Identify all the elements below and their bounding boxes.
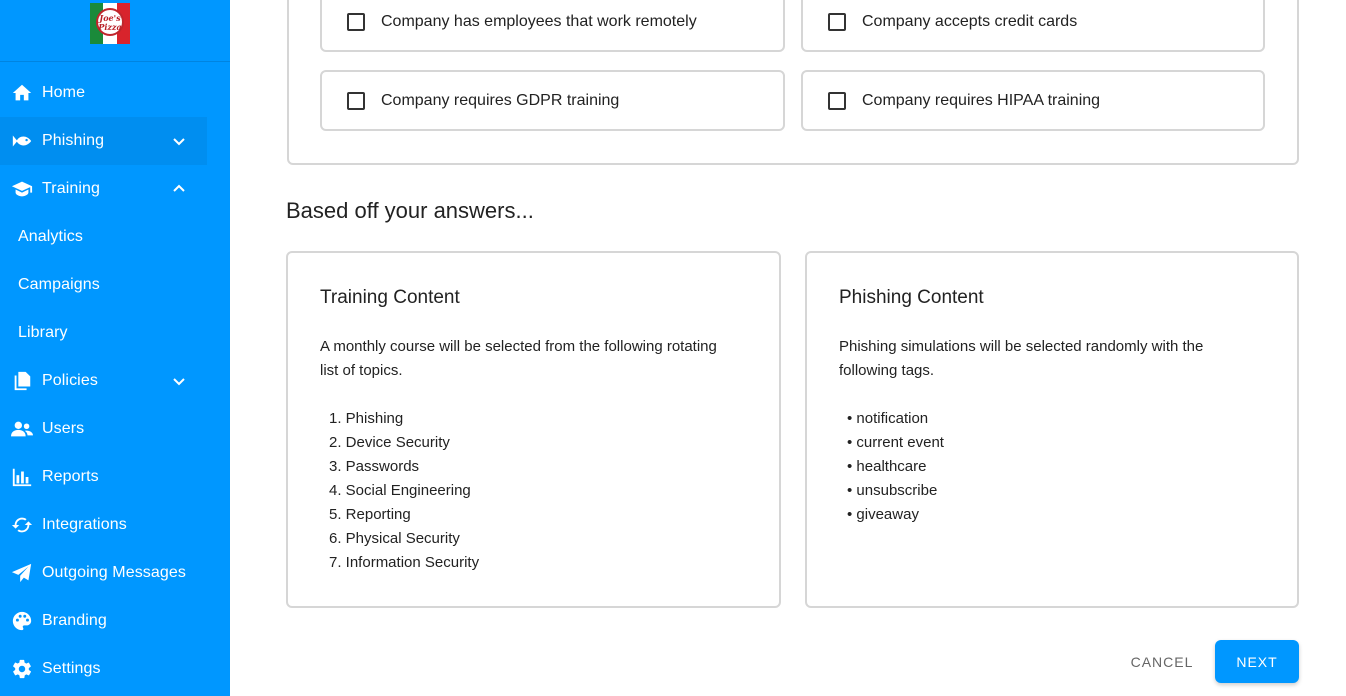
training-content-card: Training Content A monthly course will b… <box>286 251 781 608</box>
list-item: 6. Physical Security <box>329 530 460 547</box>
sidebar-item-outgoing-messages[interactable]: Outgoing Messages <box>0 549 207 597</box>
sidebar-item-reports[interactable]: Reports <box>0 453 207 501</box>
card-description: A monthly course will be selected from t… <box>320 338 717 379</box>
chevron-up-icon[interactable] <box>171 181 187 197</box>
sidebar-item-label: Outgoing Messages <box>42 564 187 581</box>
sidebar-item-label: Training <box>42 180 101 197</box>
home-icon <box>10 81 34 105</box>
sidebar-item-library[interactable]: Library <box>0 309 207 357</box>
list-item: 1. Phishing <box>329 410 404 427</box>
sidebar-item-phishing[interactable]: Phishing <box>0 117 207 165</box>
chevron-down-icon[interactable] <box>171 133 187 149</box>
results-heading: Based off your answers... <box>286 198 534 223</box>
option-label: Company accepts credit cards <box>862 12 1078 30</box>
card-title: Training Content <box>320 287 460 308</box>
sidebar-item-label: Home <box>42 84 86 101</box>
card-title: Phishing Content <box>839 287 984 308</box>
paper-plane-icon <box>10 561 34 585</box>
next-button[interactable]: NEXT <box>1215 640 1299 683</box>
documents-icon <box>10 369 34 393</box>
sidebar-item-label: Reports <box>42 468 99 485</box>
list-item: • notification <box>847 410 929 427</box>
sidebar-item-integrations[interactable]: Integrations <box>0 501 207 549</box>
users-icon <box>10 417 34 441</box>
option-label: Company has employees that work remotely <box>381 12 697 30</box>
sidebar-item-analytics[interactable]: Analytics <box>0 213 207 261</box>
option-remote-employees[interactable]: Company has employees that work remotely <box>320 0 785 52</box>
sidebar: Joe's Pizza Home Phishing Training Analyt… <box>0 0 230 696</box>
sync-icon <box>10 513 34 537</box>
phishing-tags-list: • notification • current event • healthc… <box>847 407 944 527</box>
graduation-cap-icon <box>10 177 34 201</box>
bar-chart-icon <box>10 465 34 489</box>
gear-icon <box>10 657 34 681</box>
training-topics-list: 1. Phishing 2. Device Security 3. Passwo… <box>329 407 479 575</box>
option-label: Company requires HIPAA training <box>862 91 1101 109</box>
sidebar-item-label: Settings <box>42 660 101 677</box>
sidebar-item-home[interactable]: Home <box>0 69 207 117</box>
sidebar-item-label: Users <box>42 420 85 437</box>
option-label: Company requires GDPR training <box>381 91 620 109</box>
palette-icon <box>10 609 34 633</box>
phishing-content-card: Phishing Content Phishing simulations wi… <box>805 251 1299 608</box>
option-hipaa-training[interactable]: Company requires HIPAA training <box>801 70 1265 131</box>
sidebar-item-settings[interactable]: Settings <box>0 645 207 693</box>
sidebar-item-label: Policies <box>42 372 98 389</box>
list-item: • current event <box>847 434 944 451</box>
checkbox-gdpr-training[interactable] <box>347 91 365 110</box>
sidebar-item-policies[interactable]: Policies <box>0 357 207 405</box>
list-item: 5. Reporting <box>329 506 411 523</box>
list-item: • giveaway <box>847 506 919 523</box>
list-item: • healthcare <box>847 458 927 475</box>
sidebar-item-label: Branding <box>42 612 107 629</box>
checkbox-credit-cards[interactable] <box>828 12 846 31</box>
company-logo[interactable]: Joe's Pizza <box>90 3 130 44</box>
list-item: 7. Information Security <box>329 554 480 571</box>
chevron-down-icon[interactable] <box>171 373 187 389</box>
checkbox-remote-employees[interactable] <box>347 12 365 31</box>
sidebar-item-branding[interactable]: Branding <box>0 597 207 645</box>
sidebar-item-label: Campaigns <box>18 276 100 293</box>
fish-icon <box>10 129 34 153</box>
sidebar-item-users[interactable]: Users <box>0 405 207 453</box>
option-gdpr-training[interactable]: Company requires GDPR training <box>320 70 785 131</box>
list-item: • unsubscribe <box>847 482 938 499</box>
sidebar-item-label: Analytics <box>18 228 83 245</box>
sidebar-item-label: Phishing <box>42 132 105 149</box>
card-description: Phishing simulations will be selected ra… <box>839 338 1204 379</box>
sidebar-item-training[interactable]: Training <box>0 165 207 213</box>
sidebar-item-campaigns[interactable]: Campaigns <box>0 261 207 309</box>
sidebar-item-label: Library <box>18 324 68 341</box>
sidebar-item-label: Integrations <box>42 516 127 533</box>
cancel-button[interactable]: CANCEL <box>1121 640 1203 683</box>
list-item: 3. Passwords <box>329 458 420 475</box>
list-item: 4. Social Engineering <box>329 482 471 499</box>
checkbox-hipaa-training[interactable] <box>828 91 846 110</box>
logo-area: Joe's Pizza <box>0 0 230 62</box>
list-item: 2. Device Security <box>329 434 450 451</box>
option-credit-cards[interactable]: Company accepts credit cards <box>801 0 1265 52</box>
